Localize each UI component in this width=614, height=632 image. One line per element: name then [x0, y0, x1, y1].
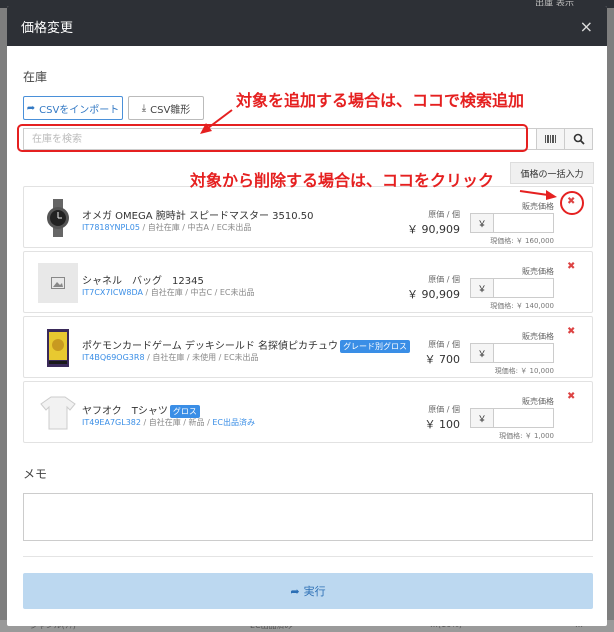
- pikachu-card-icon: [47, 329, 69, 367]
- cost-label: 原価 / 個: [428, 275, 460, 284]
- item-name: ヤフオク Tシャツ グロス: [82, 402, 200, 418]
- sale-price-label: 販売価格: [522, 267, 554, 276]
- sale-price-group: ￥: [470, 278, 554, 298]
- remove-icon[interactable]: ✖: [567, 391, 575, 402]
- memo-label: メモ: [23, 467, 48, 481]
- add-annotation-text: 対象を追加する場合は、ココで検索追加: [236, 91, 525, 110]
- modal-title: 価格変更: [21, 20, 74, 36]
- download-icon: ⤓: [141, 102, 147, 114]
- item-tag: グレード別グロス: [340, 340, 411, 353]
- remove-annotation-text: 対象から削除する場合は、ココをクリック: [190, 171, 495, 190]
- cost-label: 原価 / 個: [428, 340, 460, 349]
- modal-header: 価格変更 ×: [7, 6, 607, 46]
- remove-icon[interactable]: ✖: [567, 196, 575, 207]
- sale-price-group: ￥: [470, 408, 554, 428]
- cost-label: 原価 / 個: [428, 210, 460, 219]
- yen-addon: ￥: [470, 213, 494, 233]
- item-code-link[interactable]: IT4BQ69OG3R8: [82, 353, 145, 362]
- sale-price-input[interactable]: [494, 278, 554, 298]
- item-thumbnail: [38, 263, 78, 303]
- search-icon: [573, 133, 585, 145]
- memo-textarea[interactable]: [23, 493, 593, 541]
- csv-import-button[interactable]: ➦ CSVをインポート: [23, 96, 123, 120]
- cost-value: ￥ 700: [424, 353, 461, 366]
- item-name: オメガ OMEGA 腕時計 スピードマスター 3510.50: [82, 211, 314, 222]
- item-meta: IT7818YNPL05 / 自社在庫 / 中古A / EC未出品: [82, 223, 252, 232]
- item-list: オメガ OMEGA 腕時計 スピードマスター 3510.50 IT7818YNP…: [23, 186, 593, 446]
- csv-template-label: CSV雛形: [150, 104, 191, 116]
- cost-value: ￥ 90,909: [407, 288, 460, 301]
- item-meta: IT49EA7GL382 / 自社在庫 / 新品 / EC出品済み: [82, 418, 255, 427]
- sale-price-group: ￥: [470, 213, 554, 233]
- barcode-button[interactable]: [537, 128, 565, 150]
- sale-price-input[interactable]: [494, 408, 554, 428]
- search-button[interactable]: [565, 128, 593, 150]
- list-item: ヤフオク Tシャツ グロス IT49EA7GL382 / 自社在庫 / 新品 / …: [23, 381, 593, 443]
- item-meta: IT4BQ69OG3R8 / 自社在庫 / 未使用 / EC未出品: [82, 353, 259, 362]
- close-icon[interactable]: ×: [580, 17, 593, 36]
- item-name: ポケモンカードゲーム デッキシールド 名探偵ピカチュウ グレード別グロス: [82, 337, 411, 353]
- watch-icon: [47, 199, 69, 237]
- list-item: シャネル バッグ 12345 IT7CX7ICW8DA / 自社在庫 / 中古C…: [23, 251, 593, 313]
- cost-value: ￥ 90,909: [407, 223, 460, 236]
- cost-value: ￥ 100: [424, 418, 461, 431]
- bulk-price-button[interactable]: 価格の一括入力: [510, 162, 594, 184]
- remove-icon[interactable]: ✖: [567, 326, 575, 337]
- yen-addon: ￥: [470, 408, 494, 428]
- sale-price-label: 販売価格: [522, 332, 554, 341]
- current-price: 現価格: ￥ 1,000: [499, 432, 554, 440]
- stock-search-row: [23, 128, 593, 150]
- item-code-link[interactable]: IT49EA7GL382: [82, 418, 141, 427]
- list-item: ポケモンカードゲーム デッキシールド 名探偵ピカチュウ グレード別グロス IT4B…: [23, 316, 593, 378]
- image-placeholder-icon: [51, 277, 65, 289]
- item-name: シャネル バッグ 12345: [82, 276, 204, 287]
- sale-price-input[interactable]: [494, 343, 554, 363]
- item-meta: IT7CX7ICW8DA / 自社在庫 / 中古C / EC未出品: [82, 288, 255, 297]
- current-price: 現価格: ￥ 160,000: [490, 237, 554, 245]
- tshirt-icon: [40, 396, 76, 430]
- item-thumbnail: [38, 198, 78, 238]
- stock-search-input[interactable]: [23, 128, 537, 150]
- execute-label: 実行: [303, 585, 326, 598]
- current-price: 現価格: ￥ 140,000: [490, 302, 554, 310]
- remove-icon[interactable]: ✖: [567, 261, 575, 272]
- cost-label: 原価 / 個: [428, 405, 460, 414]
- yen-addon: ￥: [470, 278, 494, 298]
- execute-button[interactable]: ➦ 実行: [23, 573, 593, 609]
- csv-import-label: CSVをインポート: [39, 104, 120, 116]
- yen-addon: ￥: [470, 343, 494, 363]
- sale-price-label: 販売価格: [522, 397, 554, 406]
- barcode-icon: [544, 135, 556, 143]
- share-icon: ➦: [290, 584, 300, 598]
- share-icon: ➦: [26, 102, 36, 114]
- list-item: オメガ OMEGA 腕時計 スピードマスター 3510.50 IT7818YNP…: [23, 186, 593, 248]
- sale-price-input[interactable]: [494, 213, 554, 233]
- current-price: 現価格: ￥ 10,000: [494, 367, 554, 375]
- divider: [23, 556, 593, 557]
- item-thumbnail: [38, 328, 78, 368]
- sale-price-label: 販売価格: [522, 202, 554, 211]
- item-code-link[interactable]: IT7CX7ICW8DA: [82, 288, 143, 297]
- sale-price-group: ￥: [470, 343, 554, 363]
- stock-label: 在庫: [23, 70, 48, 84]
- item-code-link[interactable]: IT7818YNPL05: [82, 223, 140, 232]
- item-thumbnail: [38, 393, 78, 433]
- ec-status-link[interactable]: EC出品済み: [212, 418, 255, 427]
- csv-template-button[interactable]: ⤓ CSV雛形: [128, 96, 204, 120]
